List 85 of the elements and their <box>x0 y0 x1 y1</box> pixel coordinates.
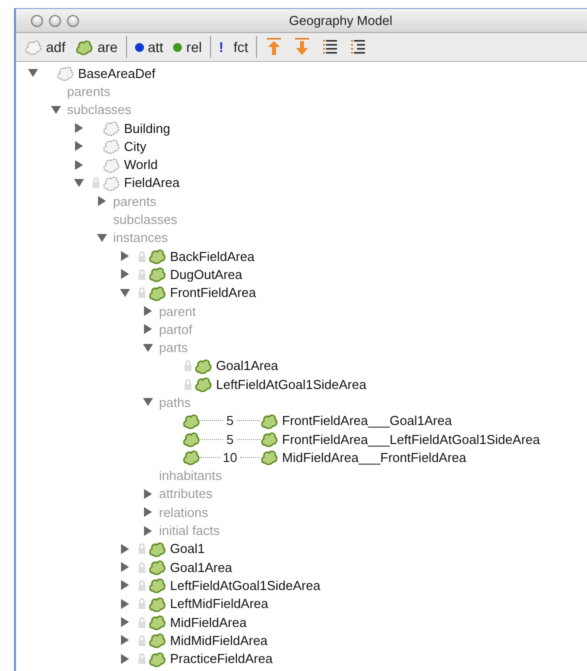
dotted-area-icon <box>56 65 74 82</box>
expand-triangle[interactable] <box>143 526 153 536</box>
toolbar-button[interactable]: rel <box>169 35 206 59</box>
collapse-triangle[interactable] <box>97 232 107 243</box>
expand-triangle[interactable] <box>120 562 130 572</box>
indented-list-icon[interactable] <box>351 39 366 55</box>
dotted-area-icon <box>102 138 120 154</box>
dotted-area-icon <box>102 156 120 173</box>
area-icon <box>148 577 166 594</box>
expand-triangle[interactable] <box>120 580 130 590</box>
tree-item[interactable]: MidFieldArea <box>170 614 247 630</box>
dotted-area-icon <box>24 39 42 55</box>
area-icon <box>148 596 166 612</box>
expand-triangle[interactable] <box>120 654 130 664</box>
collapse-triangle[interactable] <box>120 288 130 298</box>
tree-item[interactable]: MidFieldArea___FrontFieldArea <box>282 450 466 465</box>
tree-item[interactable]: Goal1Area <box>216 358 278 374</box>
area-icon <box>148 559 166 576</box>
expand-triangle[interactable] <box>120 544 130 554</box>
tree-item[interactable]: Building <box>124 120 170 136</box>
tree-item[interactable]: BaseAreaDef <box>78 66 156 81</box>
expand-triangle[interactable] <box>97 196 107 206</box>
expand-triangle[interactable] <box>143 306 153 316</box>
area-icon <box>148 632 166 648</box>
toolbar-button[interactable]: are <box>71 35 122 59</box>
tree-item[interactable]: MidMidFieldArea <box>170 632 268 648</box>
toolbar-button[interactable]: ! fct <box>214 35 252 59</box>
area-icon <box>148 540 166 557</box>
area-icon <box>182 412 200 429</box>
tree-item[interactable]: LeftFieldAtGoal1SideArea <box>216 376 366 392</box>
expand-triangle[interactable] <box>143 507 153 518</box>
collapse-triangle[interactable] <box>51 104 61 115</box>
expand-triangle[interactable] <box>120 269 130 280</box>
area-icon <box>148 614 166 630</box>
collapse-triangle[interactable] <box>143 397 153 408</box>
close-button[interactable] <box>31 14 43 26</box>
area-icon <box>148 248 166 264</box>
expand-triangle[interactable] <box>143 324 153 334</box>
move-to-top-icon[interactable] <box>267 38 282 56</box>
collapse-triangle[interactable] <box>74 178 84 188</box>
expand-triangle[interactable] <box>143 488 153 499</box>
collapse-triangle[interactable] <box>143 342 153 353</box>
area-icon <box>148 650 166 667</box>
area-icon <box>194 358 212 374</box>
tree-item[interactable]: FrontFieldArea___Goal1Area <box>282 413 452 428</box>
expand-triangle[interactable] <box>74 123 84 134</box>
expand-triangle[interactable] <box>74 141 84 152</box>
area-icon <box>260 431 278 448</box>
expand-triangle[interactable] <box>120 598 130 609</box>
toolbar-button[interactable]: att <box>130 35 168 59</box>
expand-triangle[interactable] <box>74 160 84 170</box>
area-icon <box>148 284 166 301</box>
tree-item[interactable]: City <box>124 138 146 154</box>
tree-item[interactable]: DugOutArea <box>170 266 242 282</box>
zoom-button[interactable] <box>67 14 79 26</box>
tree-item[interactable]: Goal1Area <box>170 560 232 575</box>
collapse-triangle[interactable] <box>28 68 38 78</box>
toolbar-button[interactable]: adf <box>20 35 70 59</box>
dot-icon <box>134 42 144 52</box>
area-icon <box>148 266 166 282</box>
tree-item[interactable]: PracticeFieldArea <box>170 651 273 666</box>
tree-item[interactable]: FrontFieldArea___LeftFieldAtGoal1SideArea <box>282 432 540 447</box>
tree-item[interactable]: FrontFieldArea <box>170 285 256 300</box>
tree-item[interactable]: LeftFieldAtGoal1SideArea <box>170 578 320 593</box>
tree-item[interactable]: World <box>124 157 158 172</box>
dotted-area-icon <box>102 120 120 136</box>
tree-item[interactable]: Goal1 <box>170 541 205 556</box>
dotted-area-icon <box>102 174 120 191</box>
dot-icon <box>173 42 182 52</box>
tree-item[interactable]: BackFieldArea <box>170 248 255 264</box>
area-icon <box>260 449 278 466</box>
tree-item[interactable]: LeftMidFieldArea <box>170 596 268 612</box>
area-icon <box>182 449 200 466</box>
window-title: Geography Model <box>289 13 392 28</box>
expand-triangle[interactable] <box>120 617 130 628</box>
area-icon <box>75 39 94 55</box>
area-icon <box>182 431 200 448</box>
area-icon <box>194 376 212 392</box>
tree-item[interactable]: FieldArea <box>124 175 180 190</box>
area-icon <box>260 412 278 429</box>
expand-triangle[interactable] <box>120 635 130 646</box>
minimize-button[interactable] <box>49 14 61 26</box>
move-to-bottom-icon[interactable] <box>295 38 310 56</box>
list-icon[interactable] <box>323 39 338 55</box>
expand-triangle[interactable] <box>120 251 130 262</box>
